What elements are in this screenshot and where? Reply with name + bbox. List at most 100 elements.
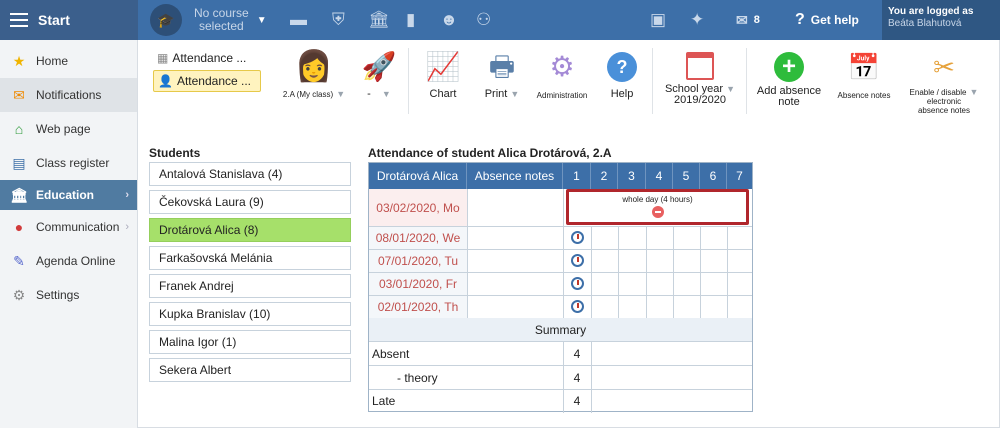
attendance-view-item[interactable]: ▦ Attendance ... (153, 49, 261, 67)
enable-electronic-notes-button[interactable]: ✂ Enable / disable ▼ electronic absence … (900, 48, 988, 115)
sidebar-item-label: Web page (36, 122, 91, 136)
timetable-icon[interactable]: ▬ (290, 10, 307, 30)
help-button[interactable]: ? Get help (795, 0, 859, 40)
mail-count: 8 (753, 14, 760, 26)
sidebar-item-label: Communication (36, 220, 120, 234)
help-label: Get help (810, 13, 859, 27)
header-absence-notes: Absence notes (467, 163, 563, 189)
student-list-item[interactable]: Malina Igor (1) (149, 330, 351, 354)
enable-line1: Enable / disable (909, 88, 967, 97)
late-cell[interactable] (563, 295, 591, 318)
chevron-right-icon: › (125, 221, 129, 233)
rocket-icon: 🚀 (361, 51, 397, 82)
row-date[interactable]: 07/01/2020, Tu (369, 249, 467, 272)
chat-icon[interactable]: ✦ (690, 10, 704, 30)
chevron-right-icon: › (125, 189, 129, 201)
mail-button[interactable]: ✉ 8 (736, 0, 760, 40)
header-period: 6 (700, 163, 727, 189)
summary-header: Summary (369, 318, 752, 341)
subject-label: - (367, 88, 371, 100)
student-list-item[interactable]: Franek Andrej (149, 274, 351, 298)
absence-minus-icon (651, 206, 664, 218)
chart-label: Chart (429, 88, 457, 100)
header-period: 1 (563, 163, 591, 189)
class-selector[interactable]: 👩 2.A (My class) ▼ (274, 48, 354, 100)
summary-label: Late (372, 394, 396, 408)
enable-line3: absence notes (917, 106, 971, 115)
attendance-title: Attendance of student Alica Drotárová, 2… (368, 146, 612, 160)
summary-value: 4 (573, 347, 581, 361)
row-divider (369, 341, 752, 342)
summary-label: Absent (372, 347, 410, 361)
chevron-down-icon: ▼ (510, 89, 520, 99)
chart-button[interactable]: 📈 Chart (418, 48, 468, 100)
sidebar-item-web-page[interactable]: ⌂ Web page (0, 112, 137, 146)
notes-calendar-icon: 📅 (847, 52, 881, 82)
row-date[interactable]: 03/02/2020, Mo (369, 189, 467, 226)
row-date[interactable]: 02/01/2020, Th (369, 295, 467, 318)
start-button[interactable]: Start (0, 0, 138, 40)
late-cell[interactable] (563, 272, 591, 295)
add-circle-icon: + (774, 52, 804, 82)
chart-icon[interactable]: ▮ (406, 10, 415, 30)
help-toolbar-button[interactable]: ? Help (600, 48, 644, 100)
student-name: Sekera Albert (159, 363, 232, 377)
tools-icon: ✂ (933, 52, 955, 82)
envelope-icon: ✉ (13, 86, 25, 103)
face-icon[interactable]: ☻ (440, 10, 458, 30)
sidebar-item-label: Class register (36, 156, 110, 170)
summary-value: 4 (573, 371, 581, 385)
shield-icon[interactable]: ⛨ (332, 10, 345, 30)
absence-notes-button[interactable]: 📅 Absence notes (832, 48, 896, 100)
row-date[interactable]: 08/01/2020, We (369, 226, 467, 249)
chevron-down-icon: ▼ (336, 89, 346, 99)
administration-button[interactable]: ⚙ Administration (532, 48, 592, 100)
col-divider (673, 226, 674, 318)
house-icon: ⌂ (14, 121, 24, 137)
add-absence-line2: note (778, 96, 800, 108)
chevron-down-icon: ▼ (381, 89, 391, 99)
student-name: Čekovská Laura (9) (159, 195, 264, 209)
col-divider (591, 341, 592, 413)
print-button[interactable]: 🖶 Print ▼ (474, 48, 530, 100)
row-date[interactable]: 03/01/2020, Fr (369, 272, 467, 295)
sidebar-item-home[interactable]: ★ Home (0, 44, 137, 78)
sidebar-item-notifications[interactable]: ✉ Notifications (0, 78, 137, 112)
student-list-item[interactable]: Antalová Stanislava (4) (149, 162, 351, 186)
sidebar: ★ Home ✉ Notifications ⌂ Web page ▤ Clas… (0, 40, 138, 428)
screen-icon[interactable]: ▣ (650, 10, 666, 30)
header-period: 3 (618, 163, 646, 189)
sidebar-item-class-register[interactable]: ▤ Class register (0, 146, 137, 180)
sidebar-item-communication[interactable]: ● Communication › (0, 210, 137, 244)
toolbar-separator (746, 48, 747, 114)
late-cell[interactable] (563, 249, 591, 272)
sidebar-item-agenda-online[interactable]: ✎ Agenda Online (0, 244, 137, 278)
pen-icon: ✎ (13, 252, 25, 269)
people-icon[interactable]: ⚇ (476, 10, 491, 30)
student-list-item[interactable]: Sekera Albert (149, 358, 351, 382)
user-name: Beáta Blahutová (888, 18, 962, 29)
user-info[interactable]: You are logged as Beáta Blahutová (882, 0, 1000, 40)
student-list-item[interactable]: Farkašovská Melánia (149, 246, 351, 270)
col-divider (700, 226, 701, 318)
subject-selector[interactable]: 🚀 - ▼ (354, 48, 404, 100)
late-cell[interactable] (563, 226, 591, 249)
graduation-cap-icon: 🎓 (150, 4, 182, 36)
student-name: Antalová Stanislava (4) (159, 167, 283, 181)
add-absence-note-button[interactable]: + Add absence note (752, 48, 826, 108)
whole-day-absence-cell[interactable]: whole day (4 hours) (566, 189, 749, 225)
help-toolbar-label: Help (610, 88, 634, 100)
logged-in-label: You are logged as (888, 6, 974, 17)
school-year-value: 2019/2020 (674, 94, 726, 106)
student-list-item[interactable]: Čekovská Laura (9) (149, 190, 351, 214)
sidebar-item-settings[interactable]: ⚙ Settings (0, 278, 137, 312)
sidebar-item-education[interactable]: 🏛 Education › (0, 180, 137, 210)
building-icon[interactable]: 🏛 (368, 10, 390, 30)
attendance-view-item-selected[interactable]: 👤 Attendance ... (153, 70, 261, 92)
toolbar-separator (652, 48, 653, 114)
student-list-item-selected[interactable]: Drotárová Alica (8) (149, 218, 351, 242)
sidebar-item-label: Education (36, 188, 95, 202)
school-year-selector[interactable]: School year ▼ 2019/2020 (660, 48, 740, 106)
course-selector[interactable]: 🎓 No course selected ▼ (150, 4, 267, 36)
student-list-item[interactable]: Kupka Branislav (10) (149, 302, 351, 326)
